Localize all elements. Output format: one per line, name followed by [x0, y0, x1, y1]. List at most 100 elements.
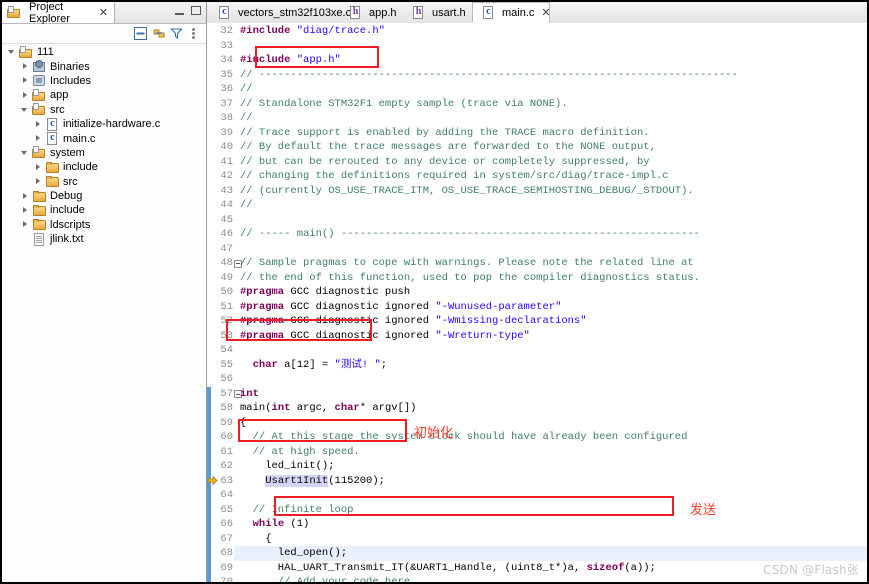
tree-item-ldscripts[interactable]: ldscripts	[2, 218, 206, 232]
line-number: 37	[220, 97, 233, 110]
editor-tab-app-h[interactable]: app.h	[340, 2, 402, 23]
code-line-57[interactable]: 57 int	[207, 387, 867, 402]
chevron-right-icon[interactable]	[34, 163, 43, 172]
code-line-41[interactable]: 41 // but can be rerouted to any device o…	[207, 155, 867, 170]
minimize-icon[interactable]	[175, 7, 184, 15]
tree-item-app[interactable]: app	[2, 88, 206, 102]
folder-icon	[45, 161, 60, 174]
code-line-58[interactable]: 58 main(int argc, char* argv[])	[207, 401, 867, 416]
code-line-55[interactable]: 55 char a[12] = "测试! ";	[207, 358, 867, 373]
code-text: main(int argc, char* argv[])	[240, 402, 417, 414]
code-line-62[interactable]: 62 led_init();	[207, 459, 867, 474]
line-number: 50	[220, 286, 233, 298]
editor-tab-main-c[interactable]: main.c ✕	[472, 2, 551, 23]
maximize-icon[interactable]	[191, 6, 201, 15]
line-number: 67	[220, 532, 233, 545]
code-text: Usart1Init(115200);	[265, 474, 385, 487]
close-icon[interactable]: ✕	[99, 6, 108, 19]
code-line-44[interactable]: 44 //	[207, 198, 867, 213]
chevron-down-icon[interactable]	[21, 105, 30, 114]
source-folder-icon	[32, 146, 47, 159]
code-line-45[interactable]: 45	[207, 213, 867, 228]
code-text: // By default the trace messages are for…	[240, 141, 656, 153]
chevron-right-icon[interactable]	[21, 220, 30, 229]
c-file-icon	[45, 131, 60, 146]
code-line-43[interactable]: 43 // (currently OS_USE_TRACE_ITM, OS_USE…	[207, 184, 867, 199]
tree-item-includes[interactable]: Includes	[2, 74, 206, 88]
chevron-down-icon[interactable]	[8, 48, 17, 57]
expander-placeholder	[21, 235, 30, 244]
code-line-48[interactable]: 48 // Sample pragmas to cope with warning…	[207, 256, 867, 271]
tree-item-system[interactable]: system	[2, 146, 206, 160]
tree-item-src[interactable]: src	[2, 103, 206, 117]
collapse-all-icon[interactable]	[133, 26, 148, 41]
line-number: 62	[220, 460, 233, 472]
code-line-54[interactable]: 54	[207, 343, 867, 358]
tree-item-label: src	[50, 103, 65, 116]
line-number: 61	[220, 445, 233, 458]
chevron-right-icon[interactable]	[21, 192, 30, 201]
code-line-47[interactable]: 47	[207, 242, 867, 257]
chevron-right-icon[interactable]	[21, 91, 30, 100]
h-file-icon	[348, 5, 362, 19]
code-text: // Standalone STM32F1 empty sample (trac…	[240, 97, 568, 110]
code-line-37[interactable]: 37 // Standalone STM32F1 empty sample (tr…	[207, 97, 867, 112]
tree-item-initialize-hardware-c[interactable]: initialize-hardware.c	[2, 117, 206, 131]
folder-icon	[45, 175, 60, 188]
tree-item-include[interactable]: include	[2, 203, 206, 217]
chevron-right-icon[interactable]	[21, 62, 30, 71]
code-line-61[interactable]: 61 // at high speed.	[207, 445, 867, 460]
chevron-right-icon[interactable]	[34, 120, 43, 129]
chevron-right-icon[interactable]	[34, 177, 43, 186]
code-line-46[interactable]: 46 // ----- main() ----------------------…	[207, 227, 867, 242]
line-number: 57	[220, 387, 233, 400]
view-menu-icon[interactable]	[186, 26, 201, 41]
editor-tab-usart-h[interactable]: usart.h	[403, 2, 471, 23]
editor-tab-vectors-stm32f103xe-c[interactable]: vectors_stm32f103xe.c	[209, 2, 351, 23]
code-line-40[interactable]: 40 // By default the trace messages are f…	[207, 140, 867, 155]
tree-item-include[interactable]: include	[2, 160, 206, 174]
code-line-36[interactable]: 36 //	[207, 82, 867, 97]
code-text: // -------------------------------------…	[240, 68, 738, 81]
project-tree[interactable]: 111BinariesIncludesappsrcinitialize-hard…	[2, 42, 206, 582]
tree-item-debug[interactable]: Debug	[2, 189, 206, 203]
code-line-39[interactable]: 39 // Trace support is enabled by adding …	[207, 126, 867, 141]
code-line-38[interactable]: 38 //	[207, 111, 867, 126]
chevron-right-icon[interactable]	[21, 206, 30, 215]
chevron-right-icon[interactable]	[34, 134, 43, 143]
code-line-35[interactable]: 35 // -----------------------------------…	[207, 68, 867, 83]
code-line-66[interactable]: 66 while (1)	[207, 517, 867, 532]
source-code-editor[interactable]: 32 #include "diag/trace.h" 33 34 #include "a…	[207, 23, 867, 582]
code-line-42[interactable]: 42 // changing the definitions required i…	[207, 169, 867, 184]
link-with-editor-icon[interactable]	[151, 26, 166, 41]
code-line-50[interactable]: 50 #pragma GCC diagnostic push	[207, 285, 867, 300]
code-line-49[interactable]: 49 // the end of this function, used to p…	[207, 271, 867, 286]
close-icon[interactable]: ✕	[541, 6, 550, 19]
line-number: 68	[220, 547, 233, 559]
chevron-down-icon[interactable]	[21, 148, 30, 157]
line-number: 58	[220, 402, 233, 414]
tab-project-explorer[interactable]: Project Explorer ✕	[2, 2, 115, 25]
code-line-56[interactable]: 56	[207, 372, 867, 387]
tree-item-111[interactable]: 111	[2, 45, 206, 59]
tree-item-jlink-txt[interactable]: jlink.txt	[2, 232, 206, 246]
line-number: 51	[220, 300, 233, 313]
chevron-right-icon[interactable]	[21, 76, 30, 85]
tree-item-label: 111	[37, 46, 54, 59]
code-line-51[interactable]: 51 #pragma GCC diagnostic ignored "-Wunus…	[207, 300, 867, 315]
tree-item-label: main.c	[63, 132, 96, 145]
code-line-68[interactable]: 68 led_open();	[207, 546, 867, 561]
tree-item-binaries[interactable]: Binaries	[2, 59, 206, 73]
c-file-icon	[217, 5, 231, 19]
code-line-63[interactable]: 63 Usart1Init(115200);	[207, 474, 867, 489]
line-number: 45	[220, 213, 233, 226]
filter-icon[interactable]	[169, 26, 184, 41]
tree-item-src[interactable]: src	[2, 175, 206, 189]
code-text: // (currently OS_USE_TRACE_ITM, OS_USE_T…	[240, 184, 694, 197]
annotation-label-send: 发送	[690, 503, 717, 518]
editor-area: vectors_stm32f103xe.c app.h usart.h main.c ✕…	[207, 2, 867, 582]
code-line-67[interactable]: 67 {	[207, 532, 867, 547]
source-folder-icon	[32, 88, 47, 102]
code-line-32[interactable]: 32 #include "diag/trace.h"	[207, 24, 867, 39]
tree-item-main-c[interactable]: main.c	[2, 131, 206, 146]
